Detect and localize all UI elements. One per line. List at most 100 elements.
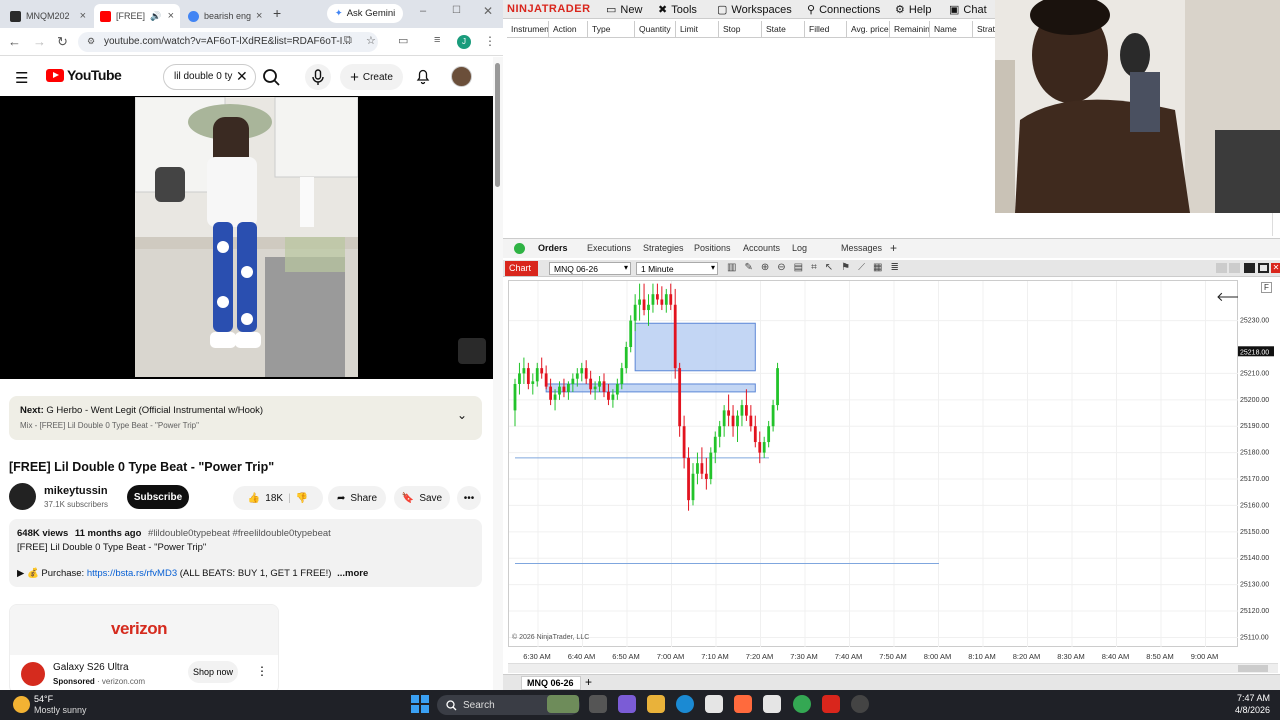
search-button[interactable]: [260, 66, 286, 88]
bookmark-star-icon[interactable]: ☆: [366, 34, 376, 47]
tab-messages[interactable]: Messages: [841, 243, 882, 253]
browser-tab-3[interactable]: bearish eng ×: [182, 4, 268, 28]
column-quantity[interactable]: Quantity: [635, 21, 676, 38]
start-button[interactable]: [411, 695, 429, 713]
more-link[interactable]: ...more: [337, 568, 368, 579]
weather-temp[interactable]: 54°F: [34, 694, 53, 704]
purchase-link[interactable]: https://bsta.rs/rfvMD3: [87, 568, 177, 579]
install-icon[interactable]: ⧉: [344, 34, 352, 47]
menu-help[interactable]: ⚙ Help: [895, 3, 932, 17]
tab-positions[interactable]: Positions: [694, 243, 731, 253]
chart-title-tab[interactable]: Chart: [505, 261, 538, 276]
add-tab-icon[interactable]: +: [585, 675, 592, 689]
ask-gemini-button[interactable]: ✦ Ask Gemini: [327, 4, 403, 23]
forward-icon[interactable]: →: [33, 34, 46, 49]
chart-scrollbar[interactable]: [508, 663, 1278, 673]
menu-chat[interactable]: ▣ Chat: [949, 3, 987, 17]
reload-icon[interactable]: ↻: [57, 34, 68, 50]
window-control-icon[interactable]: [1229, 263, 1240, 273]
plus-icon[interactable]: +: [273, 5, 281, 21]
browser-tab-1[interactable]: MNQM202 ×: [4, 4, 92, 28]
profile-avatar[interactable]: J: [457, 35, 471, 49]
speaker-icon[interactable]: 🔊: [150, 11, 161, 22]
column-name[interactable]: Name: [930, 21, 973, 38]
chart-tool-icons[interactable]: ▥✎⊕⊖▤⌗↖⚑⟋▦≣: [727, 262, 907, 273]
account-avatar[interactable]: [451, 66, 472, 87]
voice-search-button[interactable]: [305, 64, 331, 90]
menu-connections[interactable]: ⚲ Connections: [807, 3, 880, 17]
hamburger-menu-icon[interactable]: ☰: [15, 69, 28, 87]
site-info-icon[interactable]: ⚙: [87, 36, 95, 47]
clock-time[interactable]: 7:47 AM: [1236, 693, 1270, 703]
column-type[interactable]: Type: [588, 21, 635, 38]
notifications-button[interactable]: [414, 67, 432, 85]
chart-instrument-tab[interactable]: MNQ 06-26: [521, 676, 581, 690]
subscribe-button[interactable]: Subscribe: [127, 485, 189, 509]
ninjatrader-taskbar-icon[interactable]: [822, 695, 840, 713]
close-icon[interactable]: ×: [168, 10, 174, 22]
column-filled[interactable]: Filled: [805, 21, 847, 38]
instrument-selector[interactable]: MNQ 06-26 ▾: [549, 262, 631, 275]
like-count[interactable]: 18K: [265, 493, 283, 504]
search-highlight-icon[interactable]: [547, 695, 579, 713]
column-action[interactable]: Action: [549, 21, 588, 38]
up-next-panel[interactable]: Next: G Herbo - Went Legit (Official Ins…: [9, 396, 482, 440]
thumbs-up-icon[interactable]: 👍: [248, 493, 260, 504]
store-icon[interactable]: [705, 695, 723, 713]
close-icon[interactable]: ✕: [1271, 263, 1280, 273]
interval-selector[interactable]: 1 Minute ▾: [636, 262, 718, 275]
menu-workspaces[interactable]: ▢ Workspaces: [717, 3, 792, 17]
column-stop[interactable]: Stop: [719, 21, 762, 38]
app-icon[interactable]: [734, 695, 752, 713]
chart-panel[interactable]: © 2026 NinjaTrader, LLC 🡐: [508, 280, 1251, 648]
page-scrollbar[interactable]: [493, 57, 503, 690]
sponsored-ad[interactable]: verizon Galaxy S26 Ultra Sponsored · ver…: [9, 604, 279, 694]
column-remaining[interactable]: Remaining: [890, 21, 930, 38]
maximize-icon[interactable]: [1258, 263, 1269, 273]
media-controls-icon[interactable]: ≡: [434, 34, 440, 46]
save-button[interactable]: 🔖 Save: [394, 486, 450, 510]
close-icon[interactable]: ×: [256, 10, 262, 22]
column-strategy[interactable]: Strat: [973, 21, 997, 38]
menu-new[interactable]: ▭ New: [606, 3, 642, 17]
cast-icon[interactable]: ▭: [398, 34, 408, 47]
ad-menu-icon[interactable]: ⋮: [256, 664, 268, 678]
back-icon[interactable]: ←: [8, 34, 21, 49]
create-button[interactable]: + Create: [340, 64, 403, 90]
share-button[interactable]: ➦ Share: [328, 486, 386, 510]
channel-avatar[interactable]: [9, 483, 36, 510]
minimize-icon[interactable]: [1244, 263, 1255, 273]
address-bar[interactable]: ⚙ youtube.com/watch?v=AF6oT-lXdRE&list=R…: [78, 32, 378, 52]
price-axis[interactable]: 25230.00 25210.00 25200.00 25190.00 25180.00…: [1238, 280, 1275, 647]
scrollbar-thumb[interactable]: [495, 63, 500, 187]
tab-executions[interactable]: Executions: [587, 243, 631, 253]
column-instrument[interactable]: Instrument: [507, 21, 549, 38]
f-button[interactable]: F: [1261, 282, 1272, 293]
youtube-logo[interactable]: YouTube: [46, 67, 122, 83]
shop-now-button[interactable]: Shop now: [188, 661, 238, 683]
file-explorer-icon[interactable]: [647, 695, 665, 713]
weather-condition[interactable]: Mostly sunny: [34, 705, 87, 715]
close-icon[interactable]: ×: [80, 10, 86, 22]
description-box[interactable]: 648K views 11 months ago #lildouble0type…: [9, 519, 482, 587]
task-view-icon[interactable]: [589, 695, 607, 713]
close-window-icon[interactable]: ✕: [483, 4, 493, 18]
column-avg-price[interactable]: Avg. price: [847, 21, 890, 38]
app-icon[interactable]: [851, 695, 869, 713]
time-axis[interactable]: 6:30 AM 6:40 AM 6:50 AM 7:00 AM 7:10 AM 7:20 …: [508, 647, 1238, 663]
minimize-icon[interactable]: –: [420, 5, 426, 17]
tab-accounts[interactable]: Accounts: [743, 243, 780, 253]
column-limit[interactable]: Limit: [676, 21, 719, 38]
scrollbar-thumb[interactable]: [1238, 665, 1268, 672]
browser-tab-2[interactable]: [FREE] 🔊 ×: [94, 4, 180, 28]
copilot-icon[interactable]: [618, 695, 636, 713]
edge-icon[interactable]: [676, 695, 694, 713]
thumbs-down-icon[interactable]: 👎: [296, 493, 308, 504]
maximize-icon[interactable]: ☐: [452, 5, 461, 16]
clock-date[interactable]: 4/8/2026: [1222, 705, 1270, 715]
clear-search-icon[interactable]: ✕: [236, 68, 248, 85]
hashtags[interactable]: #lildouble0typebeat #freelildouble0typeb…: [148, 528, 331, 539]
tab-strategies[interactable]: Strategies: [643, 243, 684, 253]
price-chart[interactable]: [509, 281, 1239, 648]
channel-name[interactable]: mikeytussin: [44, 485, 108, 497]
